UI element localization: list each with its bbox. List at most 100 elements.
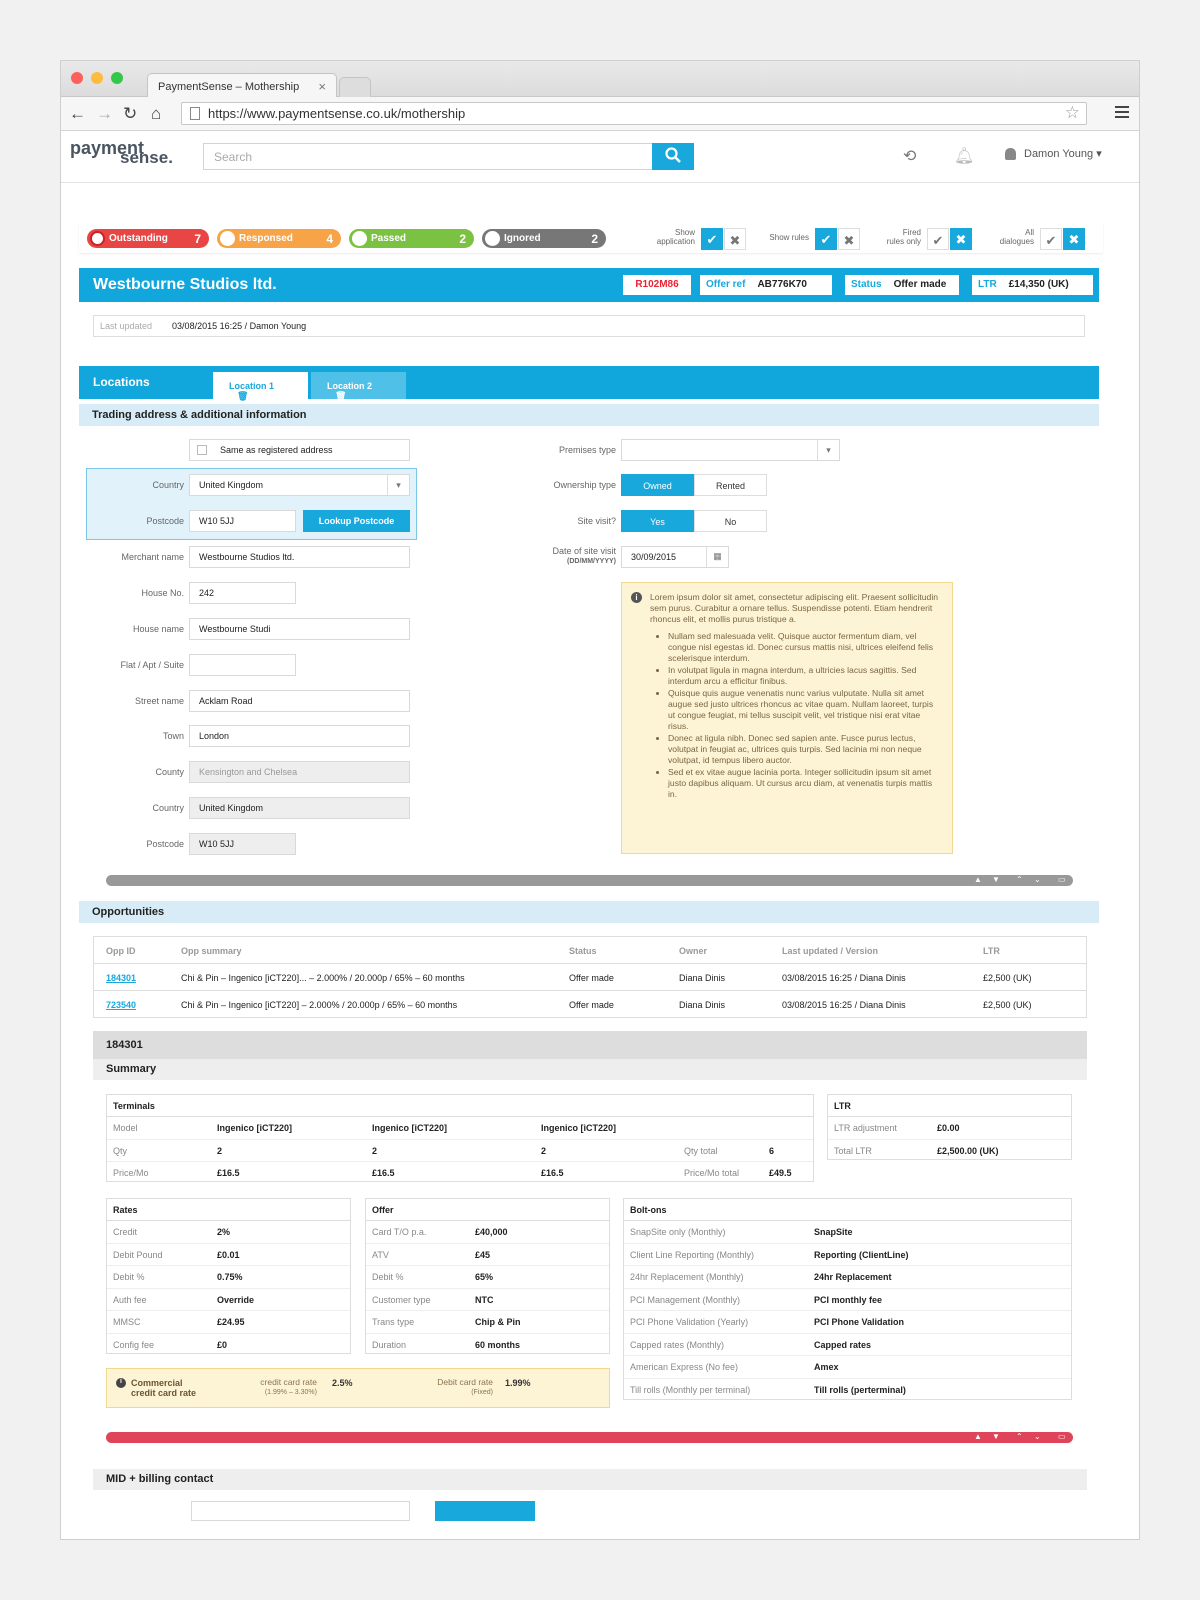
paymentsense-logo[interactable]: payment sense. (70, 139, 173, 166)
detail-scrollbar[interactable]: ▲ ▼ ⌃ ⌄ ▭ (106, 1432, 1073, 1443)
site-visit-date-input[interactable]: 30/09/2015 ▦ (621, 546, 729, 568)
fired-rules-no[interactable]: ✖ (950, 228, 972, 250)
zoom-window-button[interactable] (111, 72, 123, 84)
house-no-input[interactable]: 242 (189, 582, 296, 604)
show-application-yes[interactable]: ✔ (701, 228, 723, 250)
postcode-readonly-input[interactable]: W10 5JJ (189, 833, 296, 855)
locations-bar: Locations Location 1 🗑︎ Location 2 🗑︎ (79, 366, 1099, 401)
merchant-ref-badge: R102M86 (623, 275, 691, 295)
flat-input[interactable] (189, 654, 296, 676)
filter-responsed[interactable]: Responsed 4 (217, 229, 341, 248)
town-input[interactable]: London (189, 725, 410, 747)
opp-id-link[interactable]: 184301 (106, 973, 136, 983)
opportunity-detail-title: 184301 (93, 1031, 1087, 1059)
chevron-up-icon: ⌃ (1016, 1432, 1023, 1441)
site-visit-yes[interactable]: Yes (621, 510, 694, 532)
home-icon[interactable]: ⌂ (151, 104, 161, 124)
search-button[interactable] (652, 143, 694, 170)
last-updated-row: Last updated 03/08/2015 16:25 / Damon You… (93, 315, 1085, 337)
boltons-table: Bolt-ons SnapSite only (Monthly) SnapSite… (623, 1198, 1072, 1400)
locations-scrollbar[interactable]: ▲ ▼ ⌃ ⌄ ▭ (106, 875, 1073, 886)
table-header: Opp ID Opp summary Status Owner Last upd… (94, 937, 1086, 964)
mid-billing-heading: MID + billing contact (93, 1469, 1087, 1490)
info-icon: i (631, 592, 642, 603)
summary-heading: Summary (93, 1059, 1087, 1080)
mid-input[interactable] (191, 1501, 410, 1521)
collapse-up-icon: ▲ (974, 1432, 982, 1441)
minimize-window-button[interactable] (91, 72, 103, 84)
filter-passed[interactable]: Passed 2 (349, 229, 474, 248)
browser-tab[interactable]: PaymentSense – Mothership × (147, 73, 337, 98)
same-as-registered-checkbox[interactable]: Same as registered address (189, 439, 410, 461)
country-select[interactable]: United Kingdom ▾ (189, 474, 410, 496)
toggle-fired-rules-label: Fired rules only (886, 228, 921, 246)
forward-icon[interactable]: → (96, 104, 113, 124)
history-icon[interactable]: ⟲ (903, 146, 916, 166)
ltr-badge: LTR £14,350 (UK) (972, 275, 1093, 295)
trash-icon[interactable]: 🗑︎ (335, 391, 346, 401)
minimize-icon: ▭ (1058, 875, 1066, 884)
url-text: https://www.paymentsense.co.uk/mothershi… (208, 106, 466, 121)
tab-location-1[interactable]: Location 1 🗑︎ (213, 372, 308, 401)
chevron-down-icon: ▾ (1096, 148, 1102, 160)
table-row[interactable]: 723540 Chi & Pin – Ingenico [iCT220] – 2… (94, 991, 1086, 1018)
table-row[interactable]: 184301 Chi & Pin – Ingenico [iCT220]... … (94, 964, 1086, 991)
search-input[interactable]: Search (203, 143, 653, 170)
tab-close-icon[interactable]: × (318, 79, 326, 94)
filter-ignored[interactable]: Ignored 2 (482, 229, 606, 248)
back-icon[interactable]: ← (69, 104, 86, 124)
show-rules-no[interactable]: ✖ (838, 228, 860, 250)
street-input[interactable]: Acklam Road (189, 690, 410, 712)
tab-location-2[interactable]: Location 2 🗑︎ (311, 372, 406, 401)
toggle-show-application-label: Show application (656, 228, 695, 246)
status-badge: Status Offer made (845, 275, 959, 295)
trash-icon[interactable]: 🗑︎ (237, 391, 248, 401)
search-icon (665, 147, 681, 163)
reload-icon[interactable]: ↻ (123, 104, 137, 124)
mid-action-button[interactable] (435, 1501, 535, 1521)
postcode-input[interactable]: W10 5JJ (189, 510, 296, 532)
browser-menu-icon[interactable] (1115, 106, 1129, 121)
show-rules-yes[interactable]: ✔ (815, 228, 837, 250)
all-dialogues-yes[interactable]: ✔ (1040, 228, 1062, 250)
collapse-down-icon: ▼ (992, 875, 1000, 884)
offer-table: Offer Card T/O p.a. £40,000 ATV £45 Debit … (365, 1198, 610, 1354)
user-menu[interactable]: Damon Young ▾ (1005, 147, 1102, 161)
site-visit-no[interactable]: No (694, 510, 767, 532)
opp-id-link[interactable]: 723540 (106, 1000, 136, 1010)
info-icon: i (116, 1378, 126, 1388)
opportunities-heading: Opportunities (79, 901, 1099, 923)
chevron-down-icon: ⌄ (1034, 1432, 1041, 1441)
bookmark-star-icon[interactable]: ☆ (1065, 103, 1080, 123)
county-input[interactable]: Kensington and Chelsea (189, 761, 410, 783)
merchant-name-input[interactable]: Westbourne Studios ltd. (189, 546, 410, 568)
premises-type-select[interactable]: ▾ (621, 439, 840, 461)
commercial-rate-panel: i Commercial credit card rate credit card… (106, 1368, 610, 1408)
page-icon (190, 107, 200, 120)
chevron-down-icon: ⌄ (1034, 875, 1041, 884)
filter-bar: Outstanding 7 Responsed 4 Passed 2 Ignored 2… (79, 223, 1103, 253)
close-window-button[interactable] (71, 72, 83, 84)
opportunities-table: Opp ID Opp summary Status Owner Last upd… (93, 936, 1087, 1018)
chevron-down-icon: ▾ (817, 440, 839, 460)
fired-rules-yes[interactable]: ✔ (927, 228, 949, 250)
checkbox-icon (197, 445, 207, 455)
ownership-owned[interactable]: Owned (621, 474, 694, 496)
browser-titlebar: PaymentSense – Mothership × (61, 61, 1139, 98)
chevron-up-icon: ⌃ (1016, 875, 1023, 884)
filter-outstanding[interactable]: Outstanding 7 (87, 229, 209, 248)
chevron-down-icon: ▾ (387, 475, 409, 495)
collapse-up-icon: ▲ (974, 875, 982, 884)
calendar-icon[interactable]: ▦ (706, 547, 728, 567)
house-name-input[interactable]: Westbourne Studi (189, 618, 410, 640)
ownership-rented[interactable]: Rented (694, 474, 767, 496)
url-input[interactable]: https://www.paymentsense.co.uk/mothershi… (181, 102, 1087, 125)
lookup-postcode-button[interactable]: Lookup Postcode (303, 510, 410, 532)
bell-icon[interactable]: 🔔︎ (954, 146, 974, 166)
new-tab-button[interactable] (339, 77, 371, 97)
browser-window: PaymentSense – Mothership × ← → ↻ ⌂ http… (60, 60, 1140, 1540)
show-application-no[interactable]: ✖ (724, 228, 746, 250)
country-readonly-input[interactable]: United Kingdom (189, 797, 410, 819)
address-bar-row: ← → ↻ ⌂ https://www.paymentsense.co.uk/m… (61, 97, 1139, 131)
all-dialogues-no[interactable]: ✖ (1063, 228, 1085, 250)
